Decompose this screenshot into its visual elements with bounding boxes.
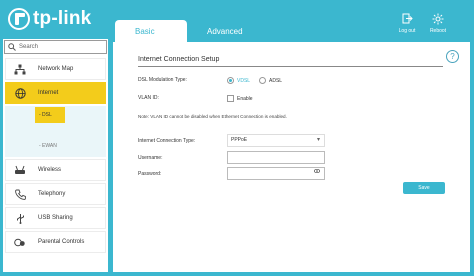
vlan-note: Note: VLAN ID cannot be disabled when Et…: [138, 114, 287, 119]
tp-link-logo-icon: [8, 8, 30, 30]
wifi-icon: [12, 164, 28, 176]
chevron-down-icon: ▾: [316, 137, 320, 143]
tp-link-logo: tp-link: [8, 8, 91, 30]
brand-name: tp-link: [33, 8, 92, 29]
reboot-button[interactable]: Reboot: [423, 13, 453, 34]
tab-basic[interactable]: Basic: [115, 20, 187, 42]
reboot-label: Reboot: [429, 28, 447, 34]
help-icon[interactable]: ?: [446, 50, 459, 63]
submenu-item-dsl[interactable]: - DSL: [35, 107, 65, 123]
sidebar-item-label: Network Map: [38, 66, 74, 72]
connection-type-value: PPPoE: [231, 137, 248, 143]
title-divider: [138, 66, 443, 67]
adsl-radio[interactable]: [259, 77, 266, 84]
password-field[interactable]: [227, 167, 325, 180]
logout-label: Log out: [398, 28, 416, 34]
sidebar-item-network-map[interactable]: Network Map: [5, 58, 106, 80]
adsl-label: ADSL: [269, 78, 283, 84]
vdsl-radio[interactable]: [227, 77, 234, 84]
internet-submenu: - DSL - EWAN: [5, 106, 106, 157]
sidebar-item-label: Internet: [38, 90, 59, 96]
logout-button[interactable]: Log out: [392, 13, 422, 34]
enable-label: Enable: [237, 96, 253, 102]
search-icon: [8, 43, 16, 51]
logout-icon: [392, 13, 422, 25]
sidebar-item-label: Wireless: [38, 167, 62, 173]
dsl-modulation-label: DSL Modulation Type:: [138, 77, 187, 83]
connection-type-label: Internet Connection Type:: [138, 138, 196, 144]
username-label: Username:: [138, 155, 163, 161]
network-map-icon: [12, 63, 28, 75]
save-button[interactable]: Save: [403, 182, 445, 194]
sidebar-item-internet[interactable]: Internet: [5, 82, 106, 104]
vlan-id-label: VLAN ID:: [138, 95, 159, 101]
sidebar-item-label: Parental Controls: [38, 239, 85, 245]
globe-icon: [12, 87, 28, 99]
main-panel: Internet Connection Setup ? DSL Modulati…: [113, 42, 470, 272]
sidebar-item-usb-sharing[interactable]: USB Sharing: [5, 207, 106, 229]
sidebar: Search Network Map Internet - DSL - EWAN…: [3, 39, 108, 272]
sidebar-item-telephony[interactable]: Telephony: [5, 183, 106, 205]
search-input[interactable]: Search: [4, 40, 107, 54]
tab-advanced[interactable]: Advanced: [187, 20, 257, 42]
phone-icon: [12, 188, 28, 200]
username-field[interactable]: [227, 151, 325, 164]
vlan-enable-checkbox[interactable]: [227, 95, 234, 102]
search-placeholder: Search: [19, 44, 39, 50]
vdsl-label: VDSL: [237, 78, 251, 84]
connection-type-select[interactable]: PPPoE ▾: [227, 134, 325, 147]
sidebar-item-wireless[interactable]: Wireless: [5, 159, 106, 181]
show-password-icon[interactable]: [313, 168, 321, 179]
sidebar-item-parental-controls[interactable]: Parental Controls: [5, 231, 106, 253]
reboot-icon: [423, 13, 453, 25]
usb-icon: [12, 212, 28, 224]
password-label: Password:: [138, 171, 162, 177]
sidebar-item-label: Telephony: [38, 191, 66, 197]
page-title: Internet Connection Setup: [138, 56, 220, 63]
sidebar-item-label: USB Sharing: [38, 215, 73, 221]
parental-controls-icon: [12, 236, 28, 248]
submenu-item-ewan[interactable]: - EWAN: [39, 143, 57, 149]
